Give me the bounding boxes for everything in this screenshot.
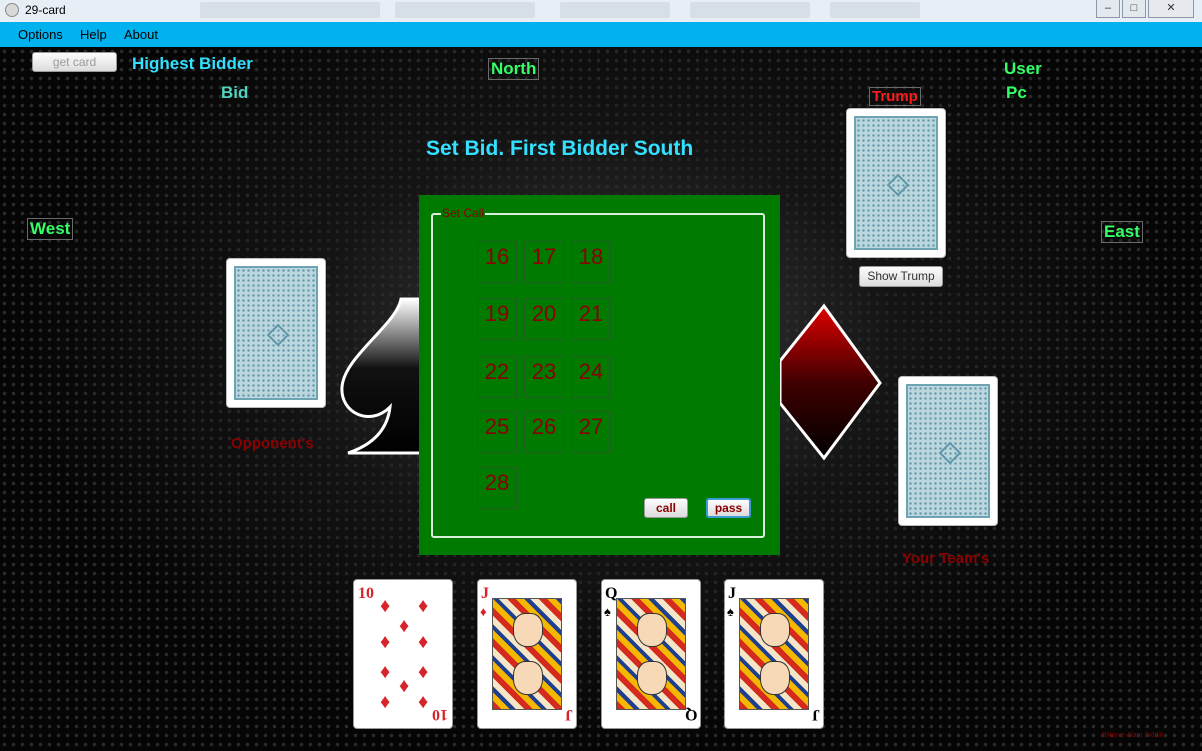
bid-option-25[interactable]: 25 — [477, 411, 517, 453]
user-label: User — [1004, 59, 1042, 78]
set-call-dialog: Set Call 16 17 18 19 20 21 22 23 24 25 2… — [419, 195, 780, 555]
background-tab — [395, 2, 535, 18]
maximize-button[interactable]: □ — [1122, 0, 1146, 18]
bid-option-23[interactable]: 23 — [524, 356, 564, 398]
status-message: Set Bid. First Bidder South — [426, 137, 694, 160]
menu-bar: Options Help About — [0, 22, 1202, 47]
bid-option-26[interactable]: 26 — [524, 411, 564, 453]
set-call-group: Set Call 16 17 18 19 20 21 22 23 24 25 2… — [431, 206, 765, 538]
trump-card — [846, 108, 946, 258]
diamond-icon: ♦ — [418, 661, 429, 683]
show-trump-button[interactable]: Show Trump — [859, 266, 943, 287]
background-tab — [560, 2, 670, 18]
diamond-icon: ♦ — [418, 595, 429, 617]
highest-bidder-label: Highest Bidder — [132, 54, 253, 73]
card-rank: Q — [684, 706, 697, 723]
menu-options[interactable]: Options — [18, 27, 63, 42]
jack-illustration — [739, 598, 809, 710]
diamond-icon: ♦ — [380, 595, 391, 617]
diamond-icon: ♦ — [380, 661, 391, 683]
pass-button[interactable]: pass — [706, 498, 751, 518]
window-title: 29-card — [25, 3, 66, 17]
diamond-icon: ♦ — [418, 691, 429, 713]
your-team-label: Your Team's — [902, 550, 990, 567]
menu-help[interactable]: Help — [80, 27, 107, 42]
east-label: East — [1101, 221, 1143, 243]
diamond-icon: ♦ — [480, 604, 487, 619]
hand-card-1[interactable]: 10 ♦ ♦ ♦ ♦ ♦ ♦ ♦ ♦ ♦ ♦ 10 — [353, 579, 453, 729]
close-button[interactable]: ✕ — [1148, 0, 1194, 18]
bid-option-24[interactable]: 24 — [571, 356, 611, 398]
bid-option-28[interactable]: 28 — [477, 467, 517, 509]
north-label: North — [488, 58, 540, 80]
card-rank: J — [728, 585, 736, 602]
queen-illustration — [616, 598, 686, 710]
trump-label: Trump — [869, 87, 921, 106]
call-button[interactable]: call — [644, 498, 688, 518]
bid-option-21[interactable]: 21 — [571, 298, 611, 340]
background-tab — [200, 2, 380, 18]
west-label: West — [27, 218, 74, 240]
bid-label: Bid — [221, 83, 249, 102]
hand-card-2[interactable]: J ♦ J — [477, 579, 577, 729]
your-team-pile-card — [898, 376, 998, 526]
pc-label: Pc — [1006, 83, 1027, 102]
opponents-pile-card — [226, 258, 326, 408]
bid-option-16[interactable]: 16 — [477, 241, 517, 283]
background-tab — [830, 2, 920, 18]
bid-option-17[interactable]: 17 — [524, 241, 564, 283]
bid-option-22[interactable]: 22 — [477, 356, 517, 398]
background-tab — [690, 2, 810, 18]
app-icon — [5, 3, 19, 17]
diamond-icon: ♦ — [418, 631, 429, 653]
diamond-icon: ♦ — [399, 615, 410, 637]
diamond-icon: ♦ — [380, 691, 391, 713]
credit-text: BNur-e-Alam Siddik — [1102, 732, 1164, 739]
menu-about[interactable]: About — [124, 27, 158, 42]
set-call-legend: Set Call — [441, 206, 486, 220]
card-rank: J — [812, 706, 820, 723]
diamond-icon: ♦ — [380, 631, 391, 653]
bid-option-19[interactable]: 19 — [477, 298, 517, 340]
diamond-icon: ♦ — [399, 675, 410, 697]
bid-option-27[interactable]: 27 — [571, 411, 611, 453]
bid-option-18[interactable]: 18 — [571, 241, 611, 283]
hand-card-3[interactable]: Q ♠ Q — [601, 579, 701, 729]
spade-icon: ♠ — [727, 604, 734, 619]
jack-illustration — [492, 598, 562, 710]
card-rank: 10 — [358, 585, 374, 602]
get-card-button[interactable]: get card — [32, 52, 117, 72]
bid-option-20[interactable]: 20 — [524, 298, 564, 340]
spade-icon: ♠ — [604, 604, 611, 619]
card-rank: 10 — [432, 706, 448, 723]
card-rank: J — [565, 706, 573, 723]
card-rank: J — [481, 585, 489, 602]
diamond-icon — [778, 303, 882, 461]
title-bar: 29-card – □ ✕ — [0, 0, 1202, 23]
minimize-button[interactable]: – — [1096, 0, 1120, 18]
hand-card-4[interactable]: J ♠ J — [724, 579, 824, 729]
spade-icon — [340, 297, 428, 455]
opponents-label: Opponent's — [231, 435, 314, 452]
